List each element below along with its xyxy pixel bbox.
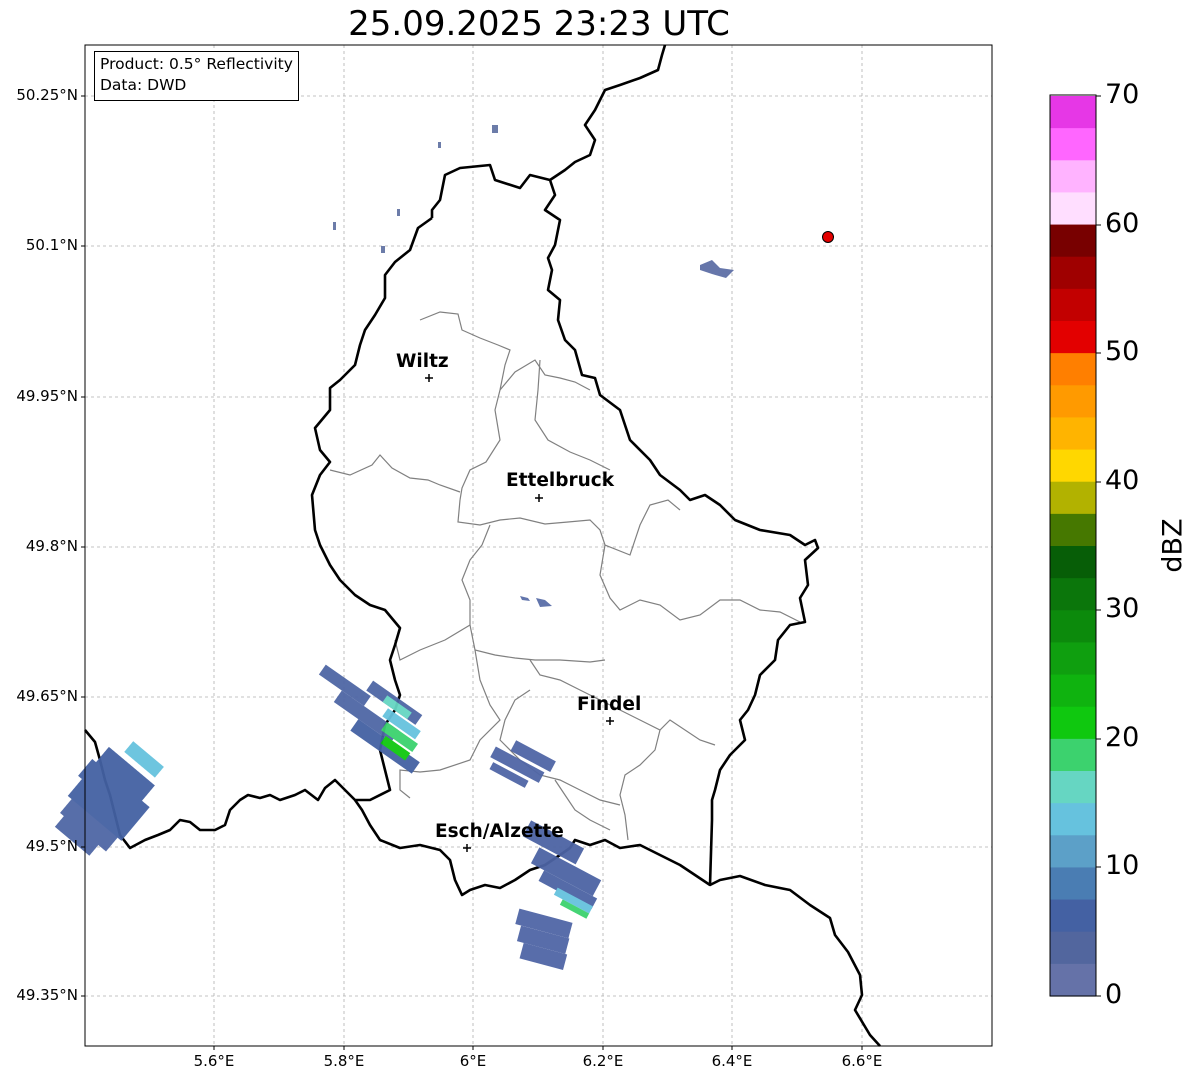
lat-tick-label: 49.35°N [16,986,78,1004]
colorbar-segment [1050,321,1096,354]
colorbar-segment [1050,224,1096,258]
colorbar-tick-label: 60 [1105,208,1140,239]
colorbar-segment [1050,192,1096,226]
lat-tick-label: 50.25°N [16,86,78,104]
colorbar-segment [1050,578,1096,611]
lon-tick-label: 6.6°E [841,1052,883,1070]
radar-site-marker [822,231,834,243]
lat-tick-label: 49.65°N [16,687,78,705]
colorbar-segment [1050,449,1096,483]
colorbar-segment [1050,867,1096,901]
lat-tick-label: 49.8°N [25,537,78,555]
colorbar-segment [1050,160,1096,194]
city-label-ettelbruck: Ettelbruck [506,470,615,491]
colorbar-segment [1050,256,1096,290]
colorbar-segment [1050,481,1096,515]
colorbar-segment [1050,288,1096,322]
city-label-wiltz: Wiltz [396,351,449,372]
colorbar-segment [1050,771,1096,804]
data-source-label: Data: DWD [100,76,187,94]
colorbar [1050,96,1096,997]
city-label-findel: Findel [577,694,642,715]
colorbar-tick-label: 0 [1105,979,1123,1010]
colorbar-segment [1050,931,1096,965]
colorbar-segment [1050,385,1096,419]
product-label: Product: 0.5° Reflectivity [100,55,293,73]
colorbar-segment [1050,899,1096,933]
colorbar-segment [1050,513,1096,547]
radar-map [54,44,1101,1050]
colorbar-segment [1050,835,1096,869]
colorbar-segment [1050,546,1096,579]
colorbar-tick-marks [1096,95,1101,997]
lon-tick-label: 5.6°E [193,1052,235,1070]
colorbar-segment [1050,706,1096,740]
colorbar-tick-label: 30 [1105,593,1140,624]
colorbar-segment [1050,803,1096,836]
colorbar-segment [1050,738,1096,772]
colorbar-segment [1050,642,1096,676]
colorbar-segment [1050,610,1096,644]
lon-tick-label: 6.2°E [582,1052,624,1070]
lat-tick-label: 50.1°N [25,236,78,254]
lon-tick-label: 6°E [459,1052,487,1070]
lat-tick-label: 49.95°N [16,387,78,405]
colorbar-segment [1050,674,1096,708]
lat-tick-label: 49.5°N [25,837,78,855]
colorbar-segment [1050,96,1096,129]
info-box: Product: 0.5° Reflectivity Data: DWD [94,51,299,101]
city-label-esch: Esch/Alzette [435,821,564,842]
colorbar-segment [1050,417,1096,451]
colorbar-segment [1050,353,1096,386]
colorbar-segment [1050,963,1096,997]
colorbar-tick-label: 10 [1105,850,1140,881]
colorbar-tick-label: 20 [1105,722,1140,753]
lon-tick-label: 6.4°E [711,1052,753,1070]
colorbar-tick-label: 40 [1105,465,1140,496]
colorbar-tick-label: 70 [1105,79,1140,110]
colorbar-segment [1050,128,1096,161]
colorbar-label: dBZ [1157,518,1184,573]
colorbar-tick-label: 50 [1105,336,1140,367]
lon-tick-label: 5.8°E [323,1052,365,1070]
